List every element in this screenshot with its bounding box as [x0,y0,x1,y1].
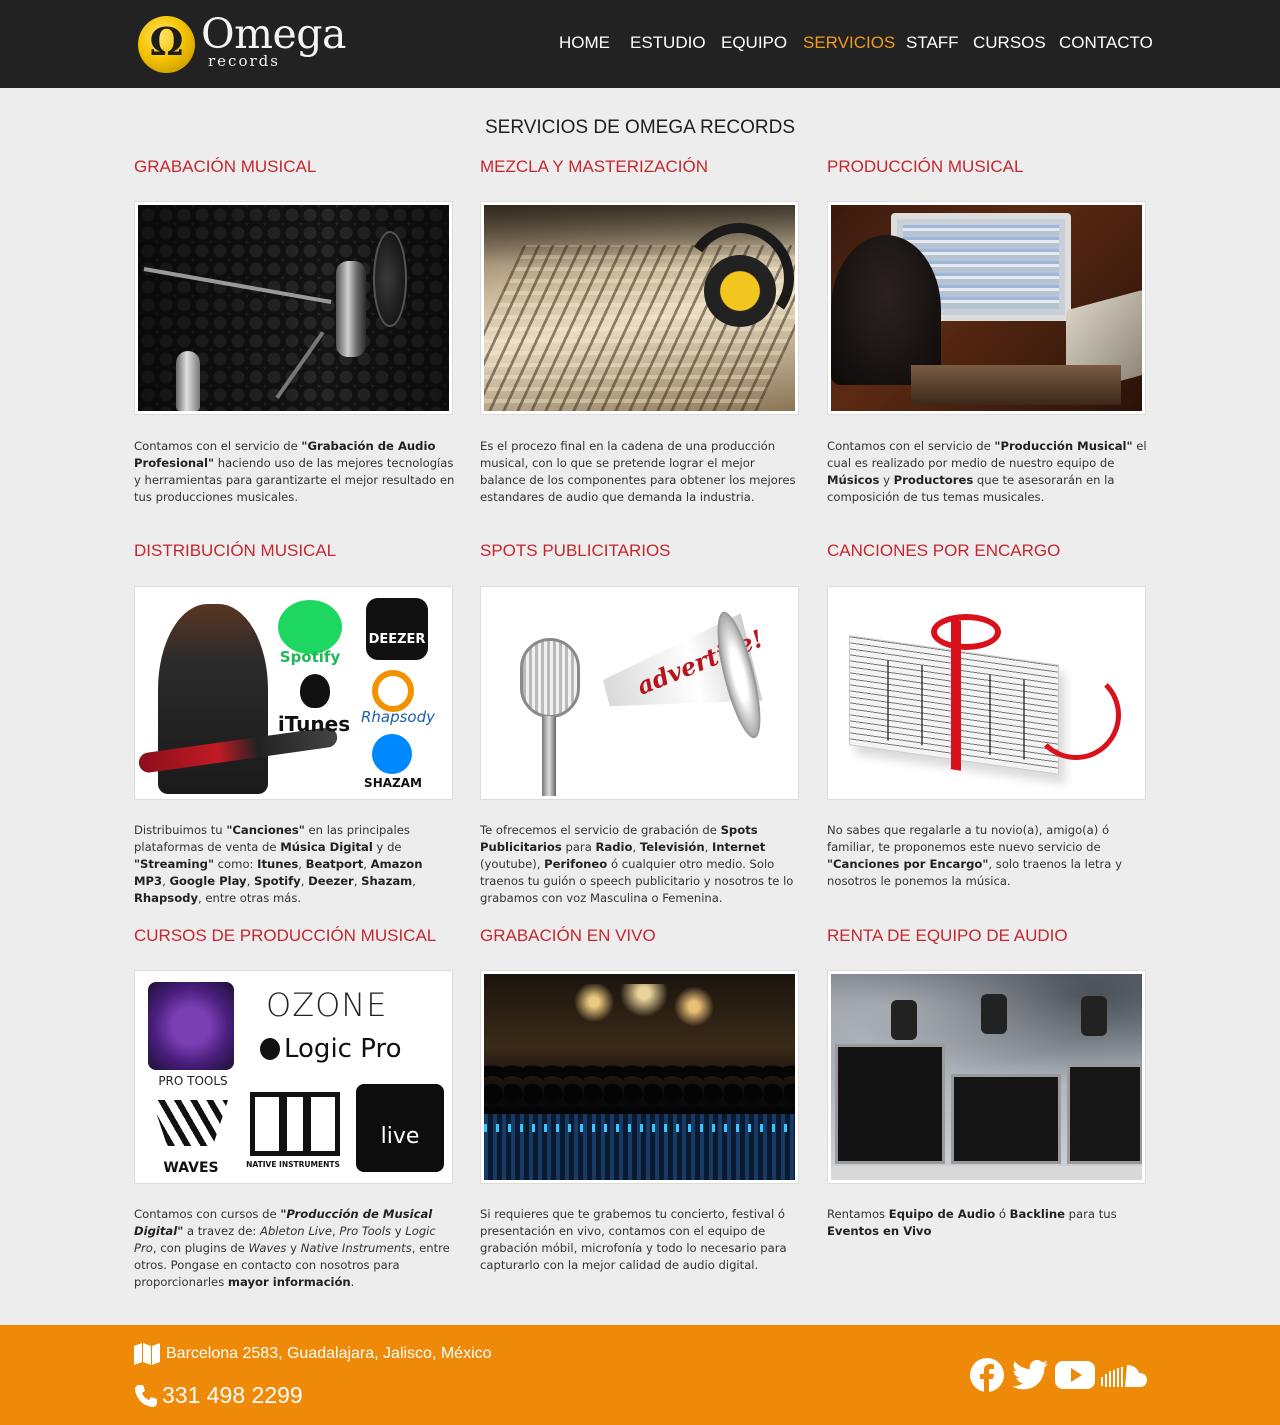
phone-icon [135,1385,157,1407]
ableton-live-label: live [380,1124,420,1149]
service-image-cursos[interactable]: PRO TOOLS OZONE Logic Pro WAVES NATIVE I… [134,970,453,1184]
omega-records-logo[interactable]: Ω Omega records [138,10,346,76]
service-title-canciones[interactable]: CANCIONES POR ENCARGO [827,541,1157,561]
service-image-produccion[interactable] [827,201,1146,415]
service-image-distribucion[interactable]: Spotify DEEZER iTunes Rhapsody SHAZAM [134,586,453,800]
waves-icon [152,1100,228,1146]
nav-equipo[interactable]: EQUIPO [721,33,787,55]
nav-contacto[interactable]: CONTACTO [1059,33,1153,55]
soundcloud-icon[interactable] [1101,1363,1147,1387]
pro-tools-label: PRO TOOLS [158,1074,228,1088]
twitter-icon[interactable] [1012,1360,1048,1390]
top-navigation-bar: Ω Omega records HOME ESTUDIO EQUIPO SERV… [0,0,1280,88]
service-text-cursos: Contamos con cursos de "Producción de Mu… [134,1207,450,1289]
service-text-grabacion: Contamos con el servicio de "Grabación d… [134,439,455,504]
facebook-icon[interactable] [970,1358,1004,1392]
pro-tools-icon [148,982,234,1070]
youtube-icon[interactable] [1055,1361,1095,1389]
service-image-mezcla[interactable] [480,201,799,415]
footer: Barcelona 2583, Guadalajara, Jalisco, Mé… [0,1325,1280,1425]
nav-estudio[interactable]: ESTUDIO [630,33,706,55]
service-title-spots[interactable]: SPOTS PUBLICITARIOS [480,541,810,561]
service-text-spots: Te ofrecemos el servicio de grabación de… [480,823,794,905]
nav-staff[interactable]: STAFF [906,33,959,55]
logo-wordmark: Omega [201,10,346,58]
map-icon [134,1343,160,1365]
service-title-distribucion[interactable]: DISTRIBUCIÓN MUSICAL [134,541,464,561]
deezer-logo: DEEZER [368,632,426,647]
nav-home[interactable]: HOME [559,33,610,55]
shazam-logo: SHAZAM [364,776,422,790]
service-text-en-vivo: Si requieres que te grabemos tu conciert… [480,1207,787,1272]
service-title-mezcla[interactable]: MEZCLA Y MASTERIZACIÓN [480,157,810,177]
footer-phone[interactable]: 331 498 2299 [162,1382,303,1409]
service-title-produccion[interactable]: PRODUCCIÓN MUSICAL [827,157,1157,177]
nav-servicios[interactable]: SERVICIOS [803,33,895,55]
logic-pro-logo: Logic Pro [284,1034,402,1064]
service-text-renta: Rentamos Equipo de Audio ó Backline para… [827,1207,1117,1238]
service-title-renta[interactable]: RENTA DE EQUIPO DE AUDIO [827,926,1157,946]
nav-cursos[interactable]: CURSOS [973,33,1046,55]
footer-address: Barcelona 2583, Guadalajara, Jalisco, Mé… [166,1345,492,1362]
rhapsody-logo: Rhapsody [360,708,436,726]
service-title-grabacion[interactable]: GRABACIÓN MUSICAL [134,157,464,177]
apple-icon [300,674,330,708]
waves-label: WAVES [163,1160,219,1176]
apple-icon [260,1038,280,1060]
service-text-produccion: Contamos con el servicio de "Producción … [827,439,1147,504]
service-text-mezcla: Es el procezo final en la cadena de una … [480,439,796,504]
spotify-logo: Spotify [279,648,341,666]
service-image-grabacion[interactable] [134,201,453,415]
logo-subtitle: records [208,52,280,70]
service-title-en-vivo[interactable]: GRABACIÓN EN VIVO [480,926,810,946]
service-text-distribucion: Distribuimos tu "Canciones" en las princ… [134,823,423,905]
service-image-canciones[interactable] [827,586,1146,800]
ozone-logo: OZONE [266,986,388,1024]
native-instruments-label: NATIVE INSTRUMENTS [246,1160,340,1169]
itunes-logo: iTunes [277,712,351,736]
native-instruments-icon [250,1092,340,1156]
service-image-en-vivo[interactable] [480,970,799,1184]
service-image-renta[interactable] [827,970,1146,1184]
service-title-cursos[interactable]: CURSOS DE PRODUCCIÓN MUSICAL [134,926,464,946]
service-text-canciones: No sabes que regalarle a tu novio(a), am… [827,823,1122,888]
page-title: SERVICIOS DE OMEGA RECORDS [484,117,796,138]
service-image-spots[interactable]: advertise! [480,586,799,800]
